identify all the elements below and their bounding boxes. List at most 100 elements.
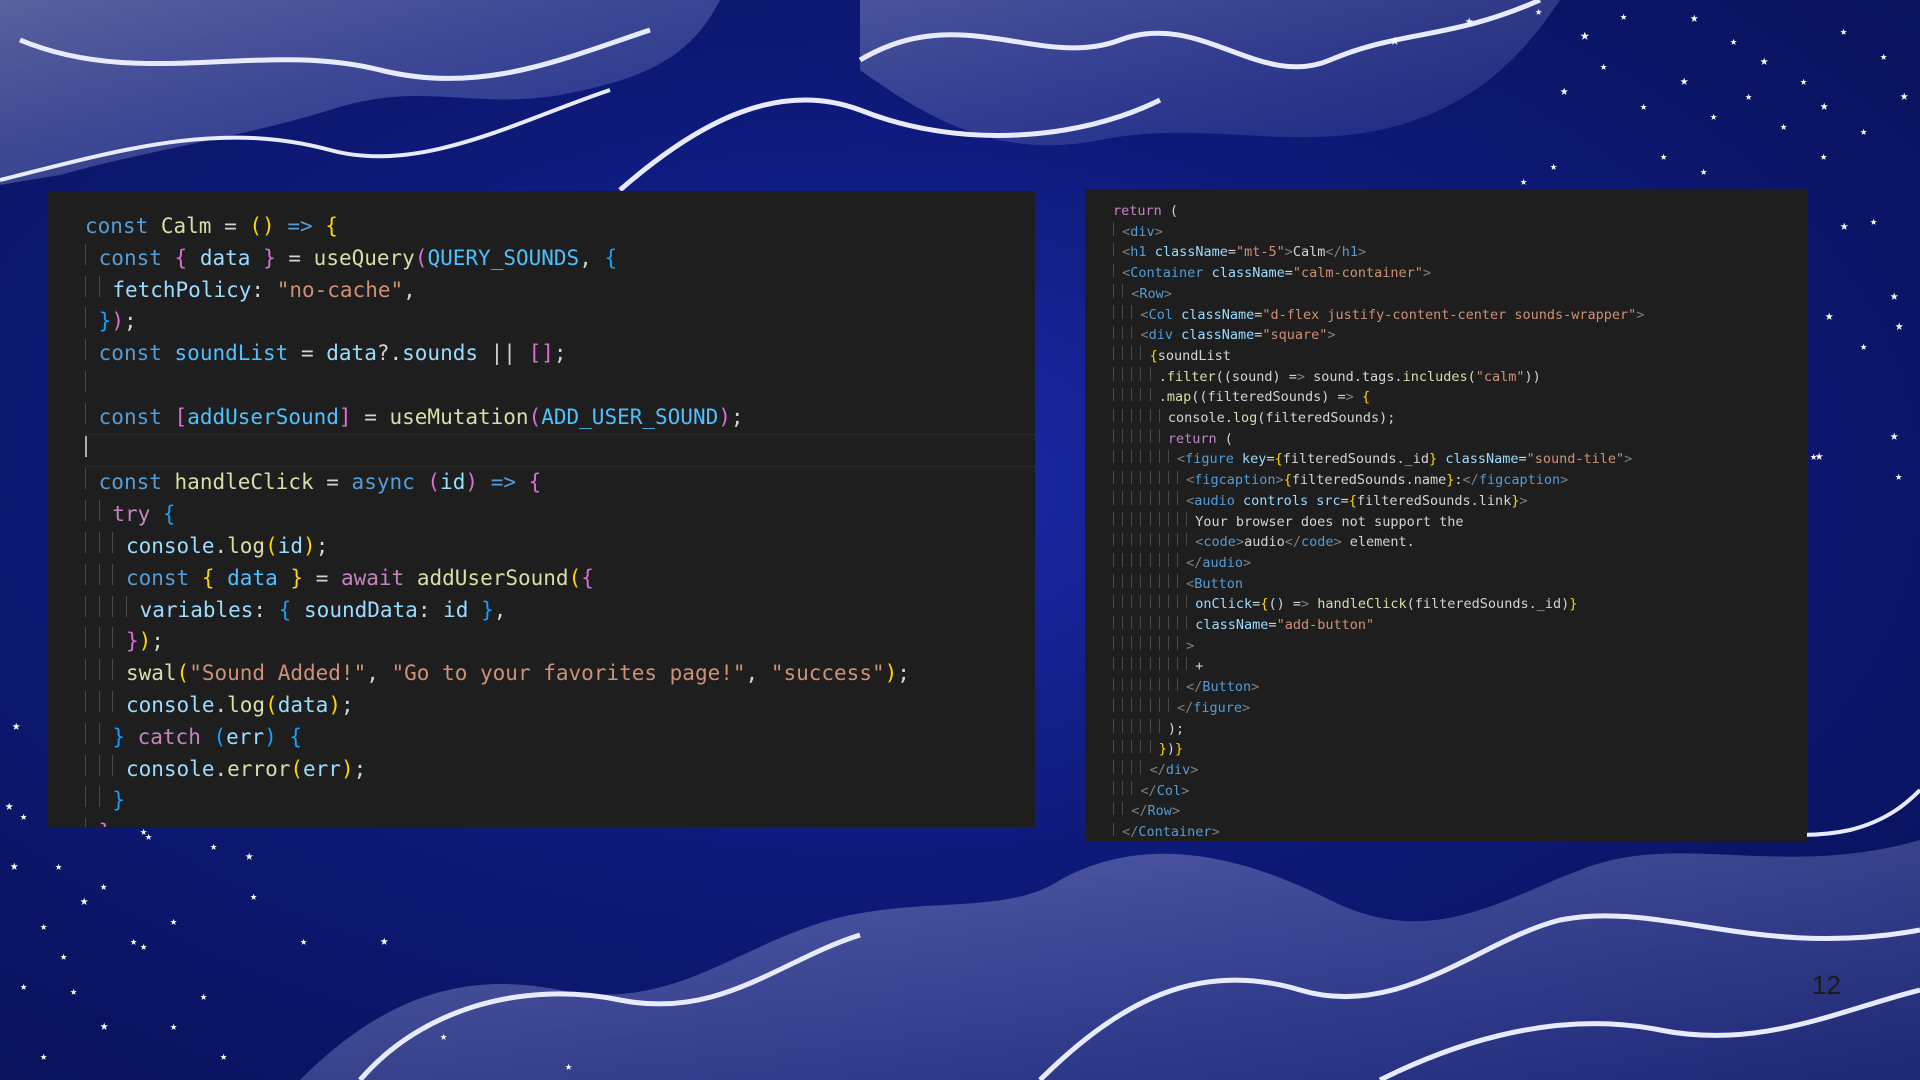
svg-text:★: ★	[1825, 308, 1834, 324]
code-block-calm-component: const Calm = () => { const { data } = us…	[47, 191, 1035, 827]
svg-text:★: ★	[1700, 164, 1707, 178]
code-line: <div className="square">	[1113, 325, 1807, 346]
code-editor-right: return ( <div> <h1 className="mt-5">Calm…	[1085, 189, 1807, 841]
code-line: console.log(filteredSounds);	[1113, 408, 1807, 429]
svg-text:★: ★	[1745, 89, 1752, 103]
svg-text:★: ★	[1810, 449, 1817, 463]
code-line: return (	[1113, 203, 1179, 219]
code-block-jsx-return: return ( <div> <h1 className="mt-5">Calm…	[1085, 189, 1807, 841]
svg-text:★: ★	[1860, 339, 1867, 353]
code-editor-left: const Calm = () => { const { data } = us…	[47, 191, 1035, 827]
code-line: const { data } = await addUserSound({	[85, 563, 1035, 595]
code-line: .filter((sound) => sound.tags.includes("…	[1113, 367, 1807, 388]
code-line: .map((filteredSounds) => {	[1113, 387, 1807, 408]
svg-text:★: ★	[1900, 88, 1909, 104]
code-line: })}	[1113, 739, 1807, 760]
code-line: </audio>	[1113, 553, 1807, 574]
svg-text:★: ★	[1820, 149, 1827, 163]
code-line: const { data } = useQuery(QUERY_SOUNDS, …	[85, 243, 1035, 275]
code-line: });	[85, 626, 1035, 658]
svg-text:★: ★	[1880, 49, 1887, 63]
svg-text:★: ★	[40, 919, 47, 933]
code-line: const Calm = () => {	[85, 214, 338, 238]
svg-text:★: ★	[1660, 149, 1667, 163]
svg-text:★: ★	[1680, 73, 1689, 89]
svg-text:★: ★	[1840, 218, 1849, 234]
svg-text:★: ★	[1840, 24, 1847, 38]
code-line: const [addUserSound] = useMutation(ADD_U…	[85, 402, 1035, 434]
svg-text:★: ★	[300, 934, 307, 948]
code-line: console.log(id);	[85, 531, 1035, 563]
svg-text:★: ★	[55, 859, 62, 873]
page-number: 12	[1812, 970, 1841, 1000]
wave-shape	[860, 0, 1560, 146]
svg-text:★: ★	[1390, 30, 1400, 49]
svg-text:★: ★	[1760, 53, 1769, 69]
svg-text:★: ★	[210, 839, 217, 853]
code-line: {soundList	[1113, 346, 1807, 367]
code-line: );	[1113, 719, 1807, 740]
code-line: </figure>	[1113, 698, 1807, 719]
svg-text:★: ★	[12, 718, 21, 734]
svg-text:★: ★	[1860, 124, 1867, 138]
code-line: <div>	[1113, 222, 1807, 243]
svg-text:★: ★	[170, 1019, 177, 1033]
code-line: +	[1113, 656, 1807, 677]
svg-text:★: ★	[70, 984, 77, 998]
svg-text:★: ★	[1895, 318, 1904, 334]
code-line: }	[85, 785, 1035, 817]
code-line: Your browser does not support the	[1113, 512, 1807, 533]
svg-text:★: ★	[1620, 9, 1627, 23]
code-line: <Container className="calm-container">	[1113, 263, 1807, 284]
code-line: <Button	[1113, 574, 1807, 595]
code-line: </Row>	[1113, 801, 1807, 822]
wave-shape	[300, 840, 1920, 1080]
svg-text:★: ★	[1600, 59, 1607, 73]
code-line: <code>audio</code> element.	[1113, 532, 1807, 553]
code-line: className="add-button"	[1113, 615, 1807, 636]
svg-text:★: ★	[1780, 119, 1787, 133]
svg-text:★: ★	[1730, 34, 1737, 48]
svg-text:★: ★	[170, 914, 177, 928]
svg-text:★: ★	[440, 1029, 447, 1043]
svg-text:★: ★	[1535, 4, 1542, 18]
code-line: swal("Sound Added!", "Go to your favorit…	[85, 658, 1035, 690]
code-line: onClick={() => handleClick(filteredSound…	[1113, 594, 1807, 615]
svg-text:★: ★	[20, 979, 27, 993]
svg-text:★: ★	[1820, 98, 1829, 114]
code-line: </Container>	[1113, 822, 1807, 841]
code-line: <Col className="d-flex justify-content-c…	[1113, 305, 1807, 326]
code-line: <figure key={filteredSounds._id} classNa…	[1113, 449, 1807, 470]
code-line: const soundList = data?.sounds || [];	[85, 338, 1035, 370]
code-line: </Col>	[1113, 781, 1807, 802]
code-line-cursor	[85, 433, 1035, 468]
svg-text:★: ★	[1870, 214, 1877, 228]
code-line: console.log(data);	[85, 690, 1035, 722]
code-line: try {	[85, 499, 1035, 531]
svg-text:★: ★	[250, 889, 257, 903]
code-line: variables: { soundData: id },	[85, 595, 1035, 627]
svg-text:★: ★	[1580, 25, 1590, 44]
code-line: fetchPolicy: "no-cache",	[85, 275, 1035, 307]
svg-text:★: ★	[60, 949, 67, 963]
svg-text:★: ★	[1560, 83, 1569, 99]
svg-text:★: ★	[220, 1049, 227, 1063]
svg-text:★: ★	[1690, 10, 1699, 26]
svg-text:★: ★	[5, 798, 14, 814]
code-line: </div>	[1113, 760, 1807, 781]
svg-text:★: ★	[1465, 13, 1474, 29]
svg-text:★: ★	[40, 1049, 47, 1063]
code-line: } catch (err) {	[85, 722, 1035, 754]
svg-text:★: ★	[380, 933, 389, 949]
code-line: <h1 className="mt-5">Calm</h1>	[1113, 242, 1807, 263]
svg-text:★: ★	[130, 934, 137, 948]
svg-text:★: ★	[1895, 469, 1902, 483]
code-line	[85, 370, 1035, 402]
code-line: console.error(err);	[85, 754, 1035, 786]
svg-text:★: ★	[1800, 74, 1807, 88]
svg-text:★: ★	[140, 939, 147, 953]
code-line: const handleClick = async (id) => {	[85, 467, 1035, 499]
svg-text:★: ★	[1890, 288, 1899, 304]
code-line: };	[85, 817, 1035, 827]
code-line: <audio controls src={filteredSounds.link…	[1113, 491, 1807, 512]
